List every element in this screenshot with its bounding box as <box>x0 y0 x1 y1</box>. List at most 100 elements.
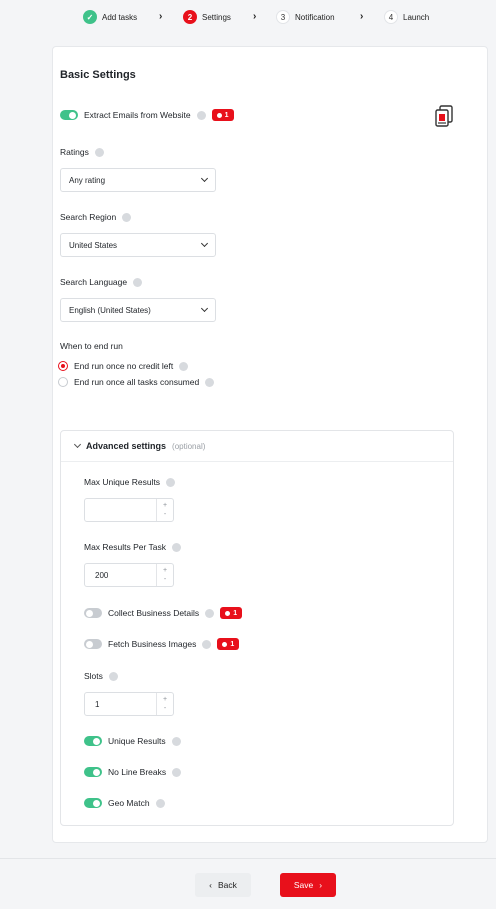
help-icon[interactable] <box>196 110 206 120</box>
chevron-down-icon <box>200 304 209 313</box>
help-icon[interactable] <box>108 671 118 681</box>
advanced-settings-panel: Advanced settings (optional) Max Unique … <box>60 430 454 826</box>
step-number: 3 <box>276 10 290 24</box>
chevron-right-icon: › <box>253 11 257 22</box>
extract-emails-toggle[interactable] <box>60 110 78 120</box>
end-run-option[interactable]: End run once no credit left <box>58 361 189 371</box>
language-label: Search Language <box>60 277 128 287</box>
extract-emails-row: Extract Emails from Website 1 <box>60 109 234 121</box>
help-icon[interactable] <box>171 736 181 746</box>
region-label-row: Search Region <box>60 212 132 222</box>
step-number: 4 <box>384 10 398 24</box>
slots-label-row: Slots <box>84 671 118 681</box>
credit-badge: 1 <box>220 607 243 619</box>
unique-results-row: Unique Results <box>84 736 181 746</box>
back-label: Back <box>217 880 237 890</box>
chevron-down-icon <box>73 440 82 449</box>
step-label: Notification <box>295 12 335 22</box>
unique-results-toggle[interactable] <box>84 736 102 746</box>
step-number: 2 <box>183 10 197 24</box>
end-run-label: When to end run <box>60 341 123 351</box>
end-run-option-label: End run once all tasks consumed <box>74 377 200 387</box>
help-icon[interactable] <box>122 212 132 222</box>
chevron-right-icon: › <box>360 11 364 22</box>
collect-details-toggle[interactable] <box>84 608 102 618</box>
region-select[interactable]: United States <box>60 233 216 257</box>
language-label-row: Search Language <box>60 277 143 287</box>
help-icon[interactable] <box>179 361 189 371</box>
end-run-option[interactable]: End run once all tasks consumed <box>58 377 215 387</box>
chevron-right-icon: › <box>319 880 323 890</box>
chevron-left-icon: ‹ <box>209 880 212 890</box>
end-run-label-row: When to end run <box>60 341 123 351</box>
fetch-images-toggle[interactable] <box>84 639 102 649</box>
credit-count: 1 <box>224 111 229 119</box>
language-value: English (United States) <box>69 305 151 315</box>
advanced-settings-title: Advanced settings <box>86 441 167 451</box>
help-icon[interactable] <box>155 798 165 808</box>
ratings-label: Ratings <box>60 147 89 157</box>
ratings-select[interactable]: Any rating <box>60 168 216 192</box>
max-per-task-value: 200 <box>95 570 109 580</box>
credit-icon <box>222 641 228 647</box>
number-stepper[interactable]: + - <box>156 564 173 586</box>
decrement-button[interactable]: - <box>164 510 166 519</box>
decrement-button[interactable]: - <box>164 575 166 584</box>
radio-button[interactable] <box>58 361 68 371</box>
geo-match-toggle[interactable] <box>84 798 102 808</box>
credit-icon <box>225 610 231 616</box>
slots-input[interactable]: 1 + - <box>84 692 174 716</box>
chevron-right-icon: › <box>159 11 163 22</box>
settings-card: Basic Settings Extract Emails from Websi… <box>52 46 488 843</box>
max-per-task-label: Max Results Per Task <box>84 542 167 552</box>
step-label: Launch <box>403 12 430 22</box>
ratings-value: Any rating <box>69 175 106 185</box>
number-stepper[interactable]: + - <box>156 693 173 715</box>
region-label: Search Region <box>60 212 117 222</box>
save-button[interactable]: Save › <box>280 873 336 897</box>
help-icon[interactable] <box>205 608 215 618</box>
extract-emails-label: Extract Emails from Website <box>84 110 191 120</box>
number-stepper[interactable]: + - <box>156 499 173 521</box>
language-select[interactable]: English (United States) <box>60 298 216 322</box>
back-button[interactable]: ‹ Back <box>195 873 251 897</box>
credit-badge: 1 <box>211 109 234 121</box>
no-line-breaks-toggle[interactable] <box>84 767 102 777</box>
collect-details-label: Collect Business Details <box>108 608 200 618</box>
step-add-tasks[interactable]: ✓ Add tasks <box>83 6 137 28</box>
credit-badge: 1 <box>217 638 240 650</box>
advanced-settings-header[interactable]: Advanced settings (optional) <box>61 431 453 462</box>
help-icon[interactable] <box>172 542 182 552</box>
chevron-down-icon <box>200 239 209 248</box>
stepper: ✓ Add tasks › 2 Settings › 3 Notificatio… <box>0 6 496 28</box>
credit-count: 1 <box>233 609 238 617</box>
step-label: Settings <box>202 12 231 22</box>
max-unique-label: Max Unique Results <box>84 477 161 487</box>
max-per-task-input[interactable]: 200 + - <box>84 563 174 587</box>
increment-button[interactable]: + <box>163 566 167 575</box>
chevron-down-icon <box>200 174 209 183</box>
help-icon[interactable] <box>166 477 176 487</box>
unique-results-label: Unique Results <box>108 736 166 746</box>
slots-value: 1 <box>95 699 100 709</box>
fetch-images-label: Fetch Business Images <box>108 639 197 649</box>
slots-label: Slots <box>84 671 103 681</box>
help-icon[interactable] <box>205 377 215 387</box>
help-icon[interactable] <box>133 277 143 287</box>
document-icon[interactable] <box>434 105 454 127</box>
ratings-label-row: Ratings <box>60 147 104 157</box>
step-launch[interactable]: 4 Launch <box>384 6 429 28</box>
no-line-breaks-label: No Line Breaks <box>108 767 167 777</box>
radio-button[interactable] <box>58 377 68 387</box>
fetch-images-row: Fetch Business Images 1 <box>84 638 240 650</box>
increment-button[interactable]: + <box>163 501 167 510</box>
step-label: Add tasks <box>102 12 138 22</box>
step-settings[interactable]: 2 Settings <box>183 6 231 28</box>
step-notification[interactable]: 3 Notification <box>276 6 335 28</box>
help-icon[interactable] <box>202 639 212 649</box>
max-unique-input[interactable]: + - <box>84 498 174 522</box>
help-icon[interactable] <box>94 147 104 157</box>
increment-button[interactable]: + <box>163 695 167 704</box>
decrement-button[interactable]: - <box>164 704 166 713</box>
help-icon[interactable] <box>172 767 182 777</box>
